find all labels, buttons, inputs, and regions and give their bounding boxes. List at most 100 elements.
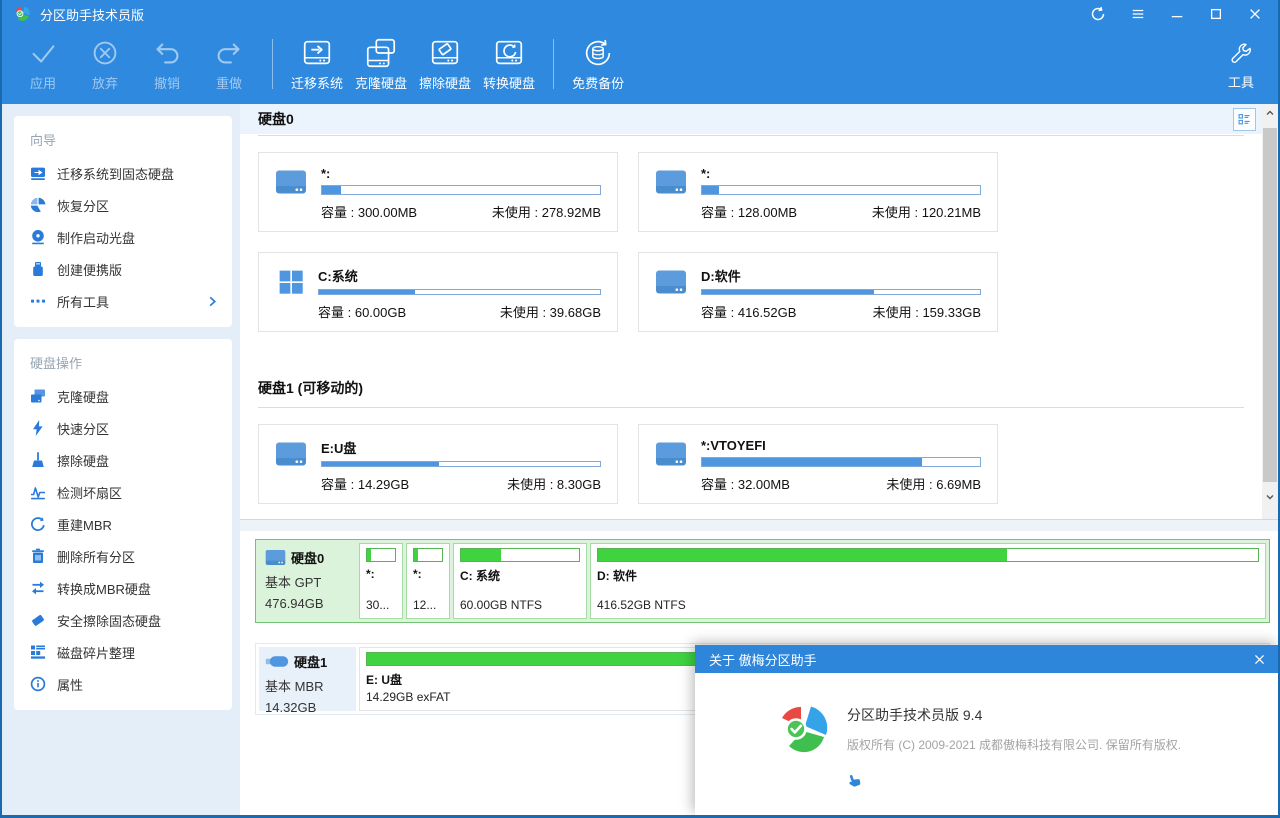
sidebar-item-clone-disk[interactable]: 克隆硬盘: [14, 380, 232, 412]
convert-to-mbr-icon: [30, 580, 46, 596]
sidebar-item-delete-all-partitions[interactable]: 删除所有分区: [14, 540, 232, 572]
discard-icon: [88, 36, 122, 70]
menu-icon[interactable]: [1131, 7, 1145, 21]
dialog-title-bar: 关于 傲梅分区助手: [695, 645, 1278, 673]
defrag-icon: [30, 644, 46, 660]
chevron-up-icon: [1264, 107, 1276, 119]
sidebar-item-convert-to-mbr[interactable]: 转换成MBR硬盘: [14, 572, 232, 604]
tools-button[interactable]: 工具: [1218, 37, 1264, 91]
dialog-close-icon[interactable]: [1253, 653, 1266, 666]
clone-disk-button[interactable]: 克隆硬盘: [349, 36, 413, 92]
recover-partition-icon: [30, 197, 46, 213]
view-mode-button[interactable]: [1233, 108, 1256, 131]
usage-bar: [701, 185, 981, 195]
about-dialog: 关于 傲梅分区助手 分区助手技术员版 9.4 版权所有 (C) 2009-202…: [695, 645, 1278, 815]
toolbar-separator: [272, 39, 273, 89]
free-backup-button[interactable]: 免费备份: [566, 36, 630, 92]
partition-card-e[interactable]: E:U盘 容量 : 14.29GB 未使用 : 8.30GB: [258, 424, 618, 504]
sidebar-item-defrag[interactable]: 磁盘碎片整理: [14, 636, 232, 668]
maximize-icon[interactable]: [1209, 7, 1223, 21]
usage-bar: [321, 185, 601, 195]
partition-card-c[interactable]: C:系统 容量 : 60.00GB 未使用 : 39.68GB: [258, 252, 618, 332]
scroll-down-button[interactable]: [1262, 488, 1278, 505]
scrollbar-thumb[interactable]: [1263, 128, 1277, 482]
app-window: 分区助手技术员版 应用 放弃 撤销 重做 迁移系统: [0, 0, 1280, 818]
minimize-icon[interactable]: [1170, 7, 1184, 21]
diskmap-disk0-info[interactable]: 硬盘0 基本 GPT 476.94GB: [259, 543, 356, 619]
usb-drive-icon: [265, 655, 289, 668]
diskmap-block-d[interactable]: D: 软件 416.52GB NTFS: [590, 543, 1266, 619]
diskmap-disk1-info[interactable]: 硬盘1 基本 MBR 14.32GB: [259, 647, 356, 711]
delete-all-partitions-icon: [30, 548, 46, 564]
disk-icon: [265, 549, 286, 566]
capacity-label: 容量 : 60.00GB: [318, 302, 406, 321]
close-icon[interactable]: [1248, 7, 1262, 21]
unused-label: 未使用 : 39.68GB: [500, 302, 601, 321]
properties-icon: [30, 676, 46, 692]
partition-card-esp[interactable]: *: 容量 : 300.00MB 未使用 : 278.92MB: [258, 152, 618, 232]
sidebar-section-wizards: 向导 迁移系统到固态硬盘 恢复分区 制作启动光盘 创建便携版: [14, 116, 232, 327]
disk-size: 14.32GB: [265, 700, 354, 715]
sidebar-item-quick-partition[interactable]: 快速分区: [14, 412, 232, 444]
dialog-body: 分区助手技术员版 9.4 版权所有 (C) 2009-2021 成都傲梅科技有限…: [695, 673, 1278, 788]
splitter[interactable]: [240, 519, 1278, 531]
convert-disk-button[interactable]: 转换硬盘: [477, 36, 541, 92]
clone-disk-icon: [364, 36, 398, 70]
undo-button[interactable]: 撤销: [136, 36, 198, 92]
disk-icon: [655, 169, 687, 195]
capacity-label: 容量 : 128.00MB: [701, 202, 797, 221]
disk-overview: 硬盘0 *: 容量 : 300.00MB 未使用: [240, 104, 1262, 519]
apply-button[interactable]: 应用: [12, 36, 74, 92]
partition-card-d[interactable]: D:软件 容量 : 416.52GB 未使用 : 159.33GB: [638, 252, 998, 332]
section-title: 硬盘操作: [14, 347, 232, 380]
capacity-label: 容量 : 300.00MB: [321, 202, 417, 221]
migrate-system-button[interactable]: 迁移系统: [285, 36, 349, 92]
sidebar-item-properties[interactable]: 属性: [14, 668, 232, 700]
refresh-icon[interactable]: [1090, 6, 1106, 22]
product-name: 分区助手技术员版 9.4: [847, 705, 1181, 725]
sidebar-item-migrate-ssd[interactable]: 迁移系统到固态硬盘: [14, 157, 232, 189]
disk-icon: [655, 269, 687, 295]
dialog-title: 关于 傲梅分区助手: [709, 650, 817, 669]
disk-type: 基本 GPT: [265, 572, 354, 591]
portable-version-icon: [30, 261, 46, 277]
disk1-header: 硬盘1 (可移动的): [240, 332, 1262, 406]
app-logo-icon: [14, 6, 31, 22]
discard-button[interactable]: 放弃: [74, 36, 136, 92]
usage-bar: [701, 289, 981, 295]
unused-label: 未使用 : 278.92MB: [492, 202, 601, 221]
wipe-disk-icon: [428, 36, 462, 70]
wipe-disk-button[interactable]: 擦除硬盘: [413, 36, 477, 92]
sidebar-item-rebuild-mbr[interactable]: 重建MBR: [14, 508, 232, 540]
chevron-right-icon: [207, 296, 218, 307]
all-tools-icon: [30, 293, 46, 309]
unused-label: 未使用 : 120.21MB: [872, 202, 981, 221]
diskmap-row-disk0[interactable]: 硬盘0 基本 GPT 476.94GB *: 30... *: 12...: [255, 539, 1270, 623]
sidebar-item-recover-partition[interactable]: 恢复分区: [14, 189, 232, 221]
diskmap-block-esp[interactable]: *: 30...: [359, 543, 403, 619]
vertical-scrollbar[interactable]: [1262, 104, 1278, 519]
redo-button[interactable]: 重做: [198, 36, 260, 92]
migrate-ssd-icon: [30, 165, 46, 181]
secure-erase-ssd-icon: [30, 612, 46, 628]
app-title: 分区助手技术员版: [40, 5, 144, 24]
partition-card-msr[interactable]: *: 容量 : 128.00MB 未使用 : 120.21MB: [638, 152, 998, 232]
sidebar-item-bootable-media[interactable]: 制作启动光盘: [14, 221, 232, 253]
sidebar-item-portable-version[interactable]: 创建便携版: [14, 253, 232, 285]
title-bar: 分区助手技术员版: [2, 0, 1278, 28]
sidebar-item-secure-erase-ssd[interactable]: 安全擦除固态硬盘: [14, 604, 232, 636]
scroll-up-button[interactable]: [1262, 104, 1278, 121]
apply-check-icon: [26, 36, 60, 70]
sidebar-item-check-bad-sectors[interactable]: 检测坏扇区: [14, 476, 232, 508]
partition-card-vtoyefi[interactable]: *:VTOYEFI 容量 : 32.00MB 未使用 : 6.69MB: [638, 424, 998, 504]
disk0-partition-cards: *: 容量 : 300.00MB 未使用 : 278.92MB *:: [240, 136, 1262, 332]
diskmap-block-msr[interactable]: *: 12...: [406, 543, 450, 619]
sidebar-item-all-tools[interactable]: 所有工具: [14, 285, 232, 317]
disk-icon: [275, 169, 307, 195]
diskmap-block-c[interactable]: C: 系统 60.00GB NTFS: [453, 543, 587, 619]
quick-partition-icon: [30, 420, 46, 436]
list-view-icon: [1237, 112, 1252, 127]
sidebar-item-wipe-disk[interactable]: 擦除硬盘: [14, 444, 232, 476]
redo-icon: [212, 36, 246, 70]
toolbar-separator: [553, 39, 554, 89]
